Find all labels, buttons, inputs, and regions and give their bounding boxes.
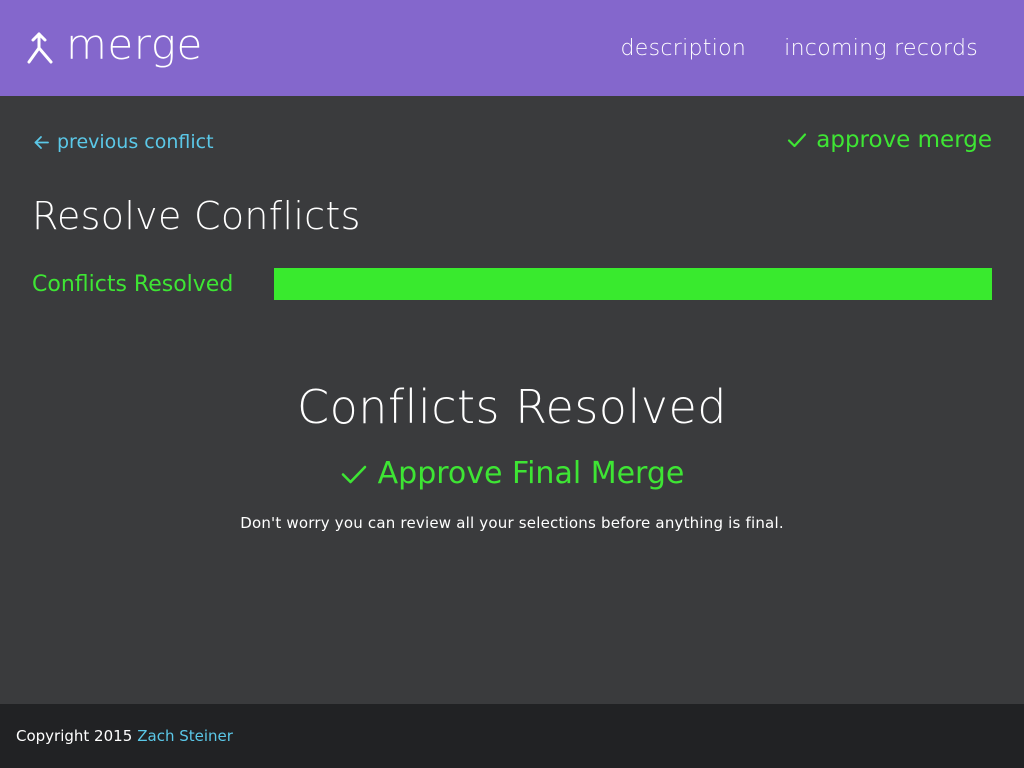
progress-bar [274, 268, 992, 300]
footer: Copyright 2015 Zach Steiner [0, 704, 1024, 768]
review-note: Don't worry you can review all your sele… [240, 513, 784, 532]
nav-incoming-records[interactable]: incoming records [784, 36, 978, 61]
nav-description[interactable]: description [621, 36, 747, 61]
conflict-toolbar: previous conflict approve merge [0, 120, 1024, 164]
progress-fill [274, 268, 992, 300]
logo[interactable]: merge [26, 24, 203, 66]
previous-conflict-link[interactable]: previous conflict [33, 131, 214, 153]
approve-merge-link[interactable]: approve merge [786, 127, 992, 153]
resolved-panel: Conflicts Resolved Approve Final Merge D… [0, 380, 1024, 532]
approve-merge-label: approve merge [816, 127, 992, 153]
check-icon [341, 465, 366, 483]
previous-conflict-label: previous conflict [57, 131, 214, 153]
approve-final-merge-label: Approve Final Merge [377, 456, 685, 491]
main-nav: description incoming records [621, 36, 978, 61]
check-icon [788, 133, 807, 148]
logo-text: merge [66, 20, 203, 69]
page-title: Resolve Conflicts [32, 194, 361, 238]
merge-arrow-icon [27, 32, 53, 64]
progress-label: Conflicts Resolved [32, 271, 234, 297]
copyright-text: Copyright 2015 [16, 727, 133, 745]
arrow-left-icon [34, 135, 49, 149]
approve-final-merge-button[interactable]: Approve Final Merge [340, 456, 685, 491]
author-link[interactable]: Zach Steiner [137, 727, 233, 745]
progress-row: Conflicts Resolved [32, 268, 992, 300]
app-header: merge description incoming records [0, 0, 1024, 96]
resolved-heading: Conflicts Resolved [297, 380, 727, 434]
